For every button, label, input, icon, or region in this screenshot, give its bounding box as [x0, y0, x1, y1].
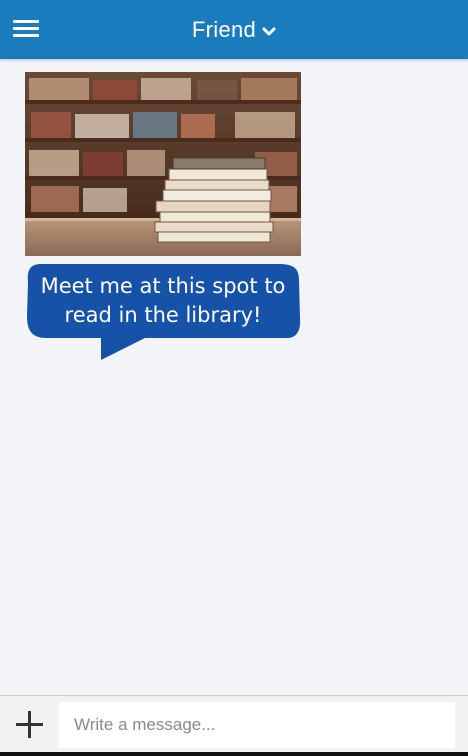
- library-books-photo[interactable]: [25, 72, 301, 256]
- app-header: Friend: [0, 0, 468, 59]
- page-title: Friend: [191, 16, 257, 42]
- screen-bottom-edge: [0, 752, 468, 756]
- message-input[interactable]: [59, 702, 455, 748]
- chevron-down-icon: [262, 27, 276, 35]
- conversation-title-dropdown[interactable]: Friend: [0, 0, 468, 59]
- plus-icon[interactable]: [16, 711, 43, 738]
- message-bubble[interactable]: Meet me at this spot to read in the libr…: [25, 262, 301, 362]
- message-text: Meet me at this spot to read in the libr…: [40, 274, 286, 327]
- message-composer: [0, 695, 468, 756]
